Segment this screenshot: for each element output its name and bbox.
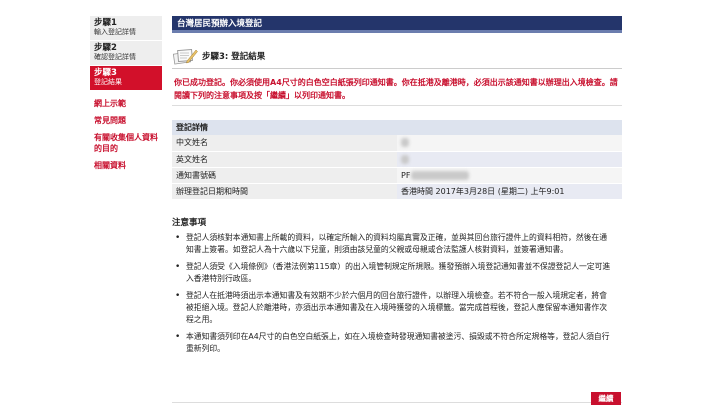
notes-section: 注意事項 登記人須核對本通知書上所載的資料，以確定所輸入的資料均屬真實及正確，並… xyxy=(172,216,622,355)
step-title: 步驟2 xyxy=(94,43,117,53)
divider xyxy=(172,402,622,403)
step-heading: 步驟3: 登記結果 xyxy=(172,47,622,69)
details-table: 中文姓名 英文姓名 通知書號碼 PF 辦理登記日期和時間 香港時間 2017年3… xyxy=(172,135,622,200)
continue-button[interactable]: 繼續 xyxy=(591,392,621,405)
step-subtitle: 輸入登記詳情 xyxy=(94,28,136,36)
notice-number-value: PF xyxy=(397,167,622,184)
sidebar: 步驟1 輸入登記詳情 步驟2 確認登記詳情 步驟3 登記結果 網上示範 常見問題… xyxy=(90,16,162,174)
step-title: 步驟3 xyxy=(94,68,117,78)
table-row: 中文姓名 xyxy=(172,135,622,152)
details-label: 中文姓名 xyxy=(172,135,397,152)
step-subtitle: 登記結果 xyxy=(94,78,122,86)
details-label: 英文姓名 xyxy=(172,151,397,168)
table-row: 辦理登記日期和時間 香港時間 2017年3月28日 (星期二) 上午9:01 xyxy=(172,183,622,200)
details-label: 辦理登記日期和時間 xyxy=(172,183,397,200)
sidebar-step-2: 步驟2 確認登記詳情 xyxy=(90,41,162,66)
notes-list: 登記人須核對本通知書上所載的資料，以確定所輸入的資料均屬真實及正確，並與其回台旅… xyxy=(172,232,622,355)
registration-datetime-value: 香港時間 2017年3月28日 (星期二) 上午9:01 xyxy=(397,183,622,200)
redacted-value xyxy=(411,170,470,180)
step-heading-text: 步驟3: 登記結果 xyxy=(202,51,266,62)
sidebar-link-related-info[interactable]: 相關資料 xyxy=(90,157,162,174)
notice-number-prefix: PF xyxy=(401,170,411,180)
list-item: 登記人在抵港時須出示本通知書及有效期不少於六個月的回台旅行證件，以辦理入境檢查。… xyxy=(172,290,612,326)
success-notice: 你已成功登記。你必須使用A4尺寸的白色空白紙張列印通知書。你在抵港及離港時，必須… xyxy=(172,75,622,106)
document-pen-icon xyxy=(172,47,198,65)
table-row: 通知書號碼 PF xyxy=(172,167,622,184)
sidebar-link-online-demo[interactable]: 網上示範 xyxy=(90,95,162,112)
notes-title: 注意事項 xyxy=(172,217,207,228)
list-item: 本通知書須列印在A4尺寸的白色空白紙張上，如在入境檢查時發現通知書被塗污、損毀或… xyxy=(172,331,612,355)
table-row: 英文姓名 xyxy=(172,151,622,168)
list-item: 登記人須核對本通知書上所載的資料，以確定所輸入的資料均屬真實及正確，並與其回台旅… xyxy=(172,232,612,256)
step-title: 步驟1 xyxy=(94,18,117,28)
redacted-value xyxy=(401,138,409,148)
main-content: 台灣居民預辦入境登記 步驟3: 登記結果 你已成功登記。你必須使用A4尺寸的白色… xyxy=(172,16,622,360)
sidebar-link-faq[interactable]: 常見問題 xyxy=(90,112,162,129)
registration-details: 登記詳情 中文姓名 英文姓名 通知書號碼 PF 辦理登記日期和時間 香港時間 2… xyxy=(172,120,622,200)
page-header: 台灣居民預辦入境登記 xyxy=(172,16,622,33)
sidebar-link-data-collection-purpose[interactable]: 有關收集個人資料的目的 xyxy=(90,129,162,157)
list-item: 登記人須受《入境條例》（香港法例第115章）的出入境管制規定所規限。獲發預辦入境… xyxy=(172,261,612,285)
sidebar-links: 網上示範 常見問題 有關收集個人資料的目的 相關資料 xyxy=(90,95,162,174)
step-subtitle: 確認登記詳情 xyxy=(94,53,136,61)
sidebar-step-3-active: 步驟3 登記結果 xyxy=(90,66,162,91)
details-label: 通知書號碼 xyxy=(172,167,397,184)
redacted-value xyxy=(401,154,409,164)
english-name-value xyxy=(397,151,622,168)
chinese-name-value xyxy=(397,135,622,152)
sidebar-step-1: 步驟1 輸入登記詳情 xyxy=(90,16,162,41)
details-header: 登記詳情 xyxy=(172,120,622,135)
